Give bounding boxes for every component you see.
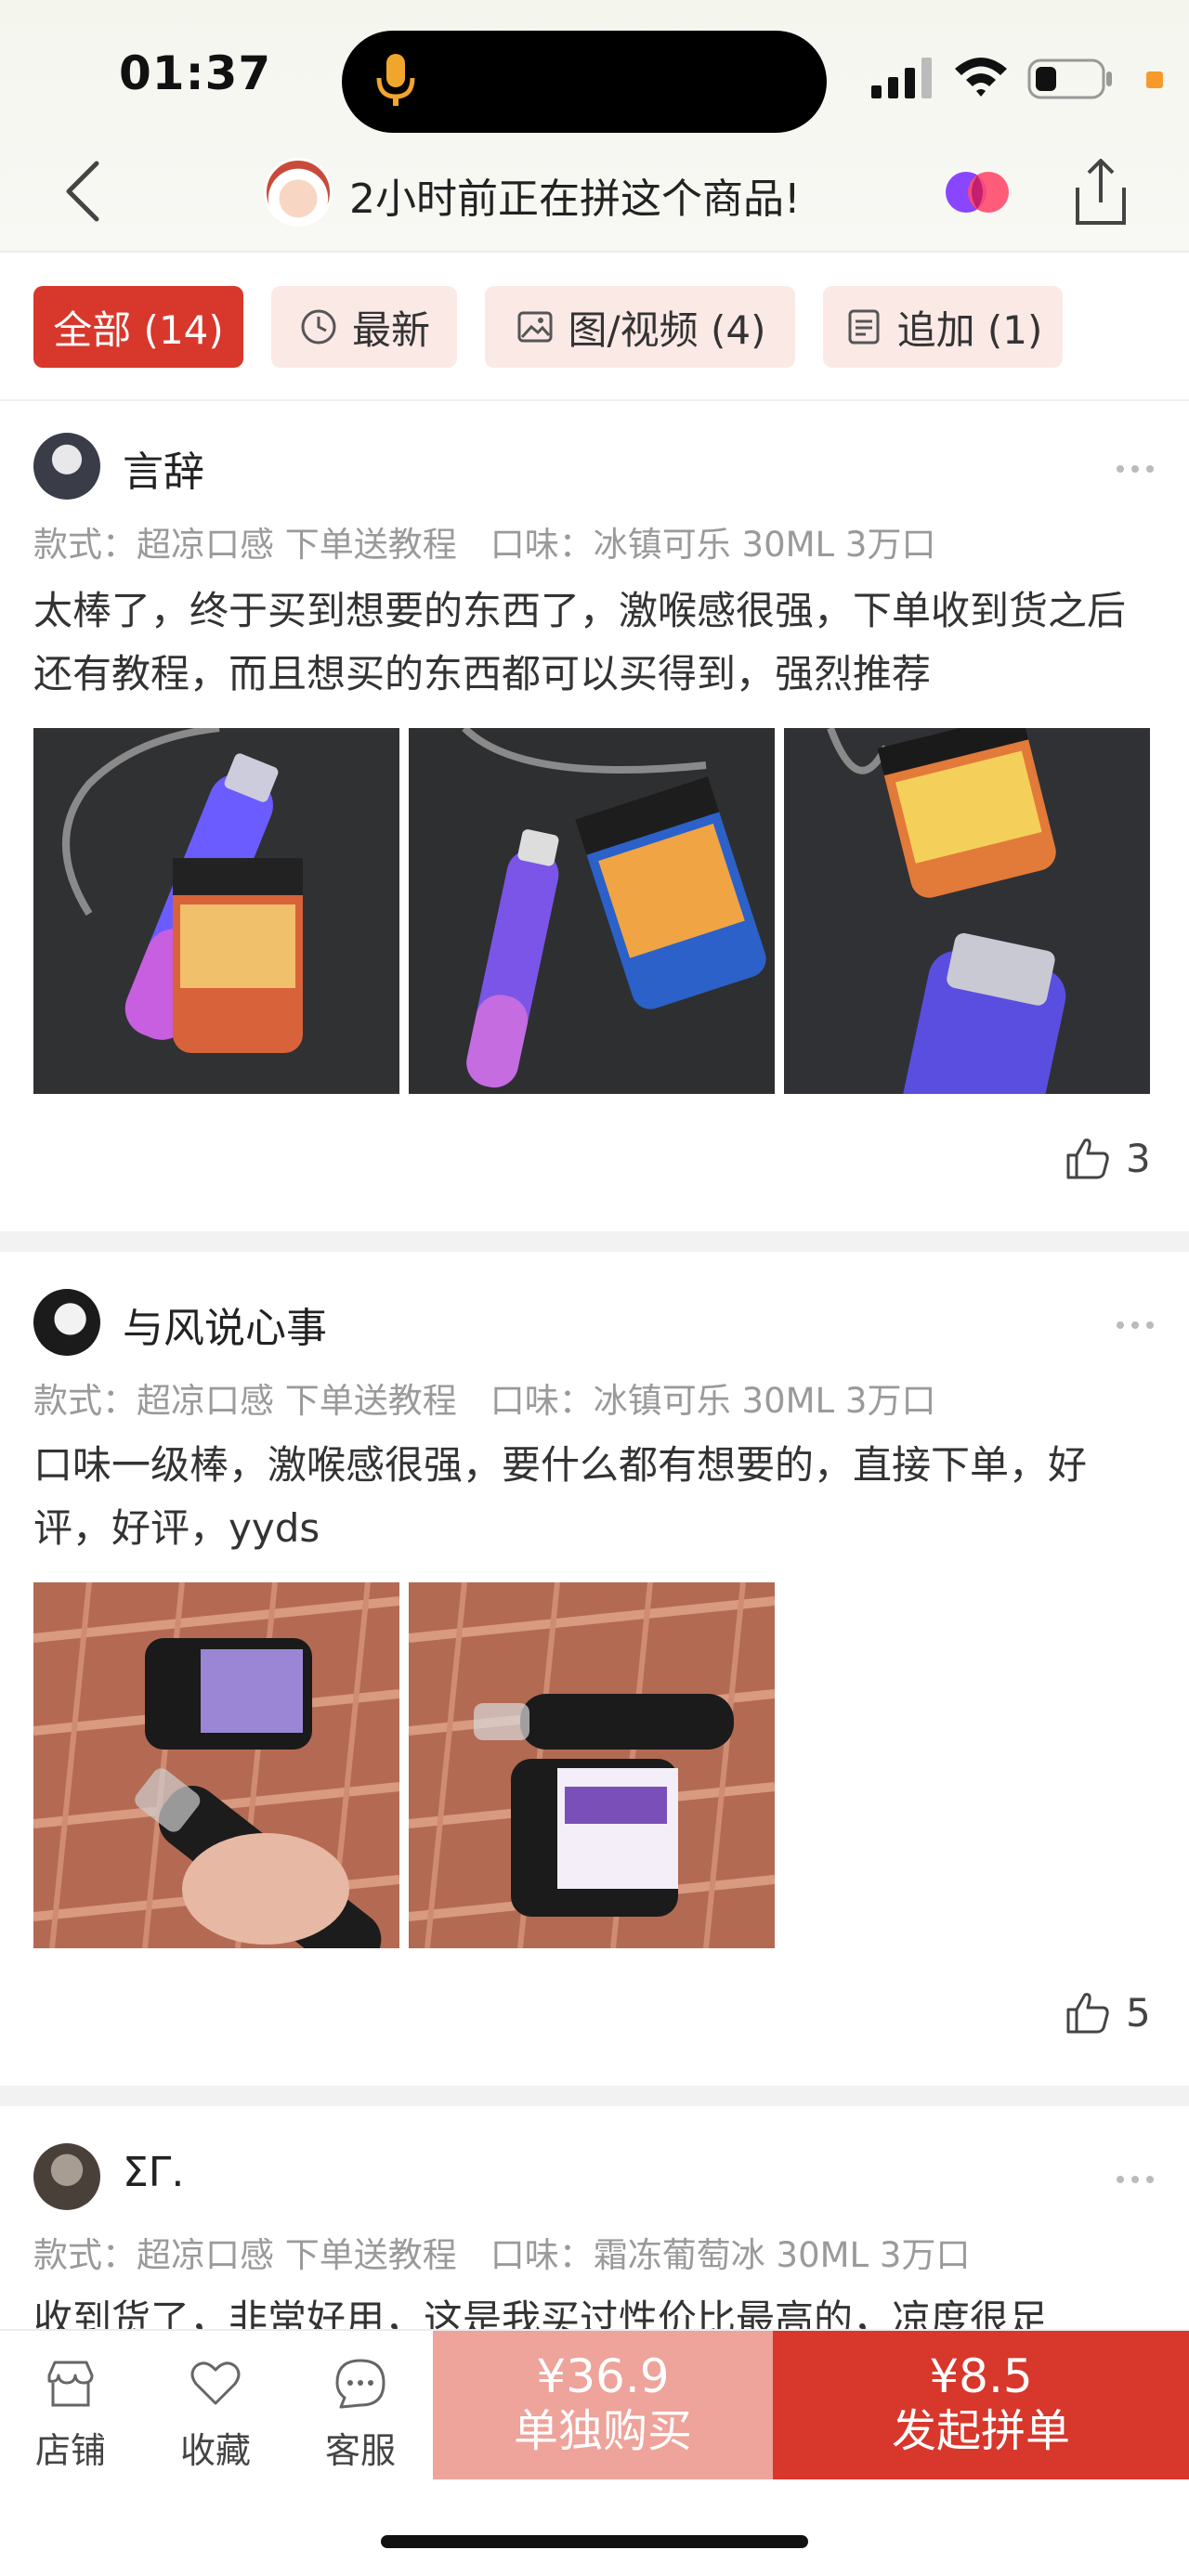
like-button[interactable]: 3 (1065, 1135, 1151, 1181)
style-label: 款式： (33, 2235, 137, 2275)
favorite-label: 收藏 (179, 2430, 251, 2471)
like-button[interactable]: 5 (1065, 1989, 1151, 2036)
clock-icon (301, 309, 336, 345)
app-logo-icon[interactable] (942, 167, 1013, 217)
like-count: 5 (1126, 1989, 1151, 2036)
style-label: 款式： (33, 525, 137, 565)
review-spec: 款式：超凉口感 下单送教程 口味：冰镇可乐 30ML 3万口 (33, 1373, 935, 1423)
filter-label: 最新 (351, 306, 430, 353)
review-photo[interactable] (33, 1582, 399, 1948)
style-value: 超凉口感 下单送教程 (137, 1381, 457, 1421)
flavor-label: 口味： (490, 525, 594, 565)
heart-icon (190, 2361, 241, 2405)
review-text: 太棒了，终于买到想要的东西了，激喉感很强，下单收到货之后还有教程，而且想买的东西… (33, 588, 1127, 696)
microphone-icon (376, 54, 415, 106)
thumbs-up-icon (1066, 1138, 1109, 1179)
review-text: 口味一级棒，激喉感很强，要什么都有想要的，直接下单，好评，好评，yyds (33, 1442, 1088, 1551)
favorite-button[interactable]: 收藏 (160, 2355, 271, 2473)
avatar[interactable] (33, 2143, 100, 2210)
image-icon (517, 311, 552, 343)
review-photo[interactable] (409, 1582, 775, 1948)
review-photo[interactable] (33, 728, 399, 1094)
share-button[interactable] (1068, 154, 1133, 228)
status-time: 01:37 (119, 46, 272, 100)
style-value: 超凉口感 下单送教程 (137, 525, 457, 565)
top-area: 01:37 2小时前正在拼这个商品! (0, 0, 1189, 253)
single-label: 单独购买 (513, 2405, 692, 2457)
review-photo[interactable] (784, 728, 1150, 1094)
more-options-icon[interactable] (1115, 462, 1156, 475)
review-spec: 款式：超凉口感 下单送教程 口味：霜冻葡萄冰 30ML 3万口 (33, 2227, 970, 2277)
review-card: 与风说心事 款式：超凉口感 下单送教程 口味：冰镇可乐 30ML 3万口 口味一级… (0, 1252, 1189, 2086)
flavor-value: 冰镇可乐 30ML 3万口 (593, 1381, 936, 1421)
group-buy-tip: 2小时前正在拼这个商品! (349, 176, 801, 223)
filter-label: 全部 (14) (53, 306, 224, 353)
tip-avatar (264, 158, 333, 227)
group-price: ¥8.5 (929, 2349, 1033, 2403)
section-divider (0, 2086, 1189, 2106)
recording-dot (1146, 72, 1163, 88)
flavor-value: 霜冻葡萄冰 30ML 3万口 (593, 2235, 971, 2275)
home-indicator (381, 2535, 808, 2548)
flavor-label: 口味： (490, 2235, 594, 2275)
group-label: 发起拼单 (891, 2405, 1070, 2457)
thumbs-up-icon (1066, 1993, 1109, 2034)
filter-latest[interactable]: 最新 (271, 286, 457, 368)
review-text: 收到货了，非常好用，这是我买过性价比最高的，凉度很足 (33, 2296, 1049, 2329)
reviewer-name[interactable]: 与风说心事 (123, 1295, 327, 1354)
store-icon (47, 2361, 94, 2407)
review-spec: 款式：超凉口感 下单送教程 口味：冰镇可乐 30ML 3万口 (33, 516, 935, 566)
filter-label: 图/视频 (4) (568, 306, 766, 353)
single-price: ¥36.9 (536, 2349, 670, 2403)
review-card: 言辞 款式：超凉口感 下单送教程 口味：冰镇可乐 30ML 3万口 太棒了，终于买… (0, 401, 1189, 1231)
service-label: 客服 (324, 2430, 396, 2471)
filter-all[interactable]: 全部 (14) (33, 286, 243, 368)
group-buy-button[interactable]: ¥8.5 发起拼单 (773, 2331, 1189, 2479)
section-divider (0, 1231, 1189, 1252)
document-icon (848, 309, 880, 345)
style-label: 款式： (33, 1381, 137, 1421)
avatar[interactable] (33, 1289, 100, 1356)
more-options-icon[interactable] (1115, 2173, 1156, 2186)
style-value: 超凉口感 下单送教程 (137, 2235, 457, 2275)
filter-followup[interactable]: 追加 (1) (823, 286, 1063, 368)
signal-icon (871, 58, 932, 98)
chat-icon (335, 2359, 385, 2409)
reviewer-name[interactable]: ΣΓ. (123, 2149, 184, 2196)
avatar[interactable] (33, 433, 100, 500)
filter-media[interactable]: 图/视频 (4) (485, 286, 795, 368)
reviewer-name[interactable]: 言辞 (123, 438, 204, 498)
review-photo[interactable] (409, 728, 775, 1094)
service-button[interactable]: 客服 (305, 2355, 416, 2473)
filter-label: 追加 (1) (896, 306, 1043, 353)
battery-icon (1027, 59, 1112, 99)
back-button[interactable] (56, 156, 111, 227)
flavor-label: 口味： (490, 1381, 594, 1421)
shop-label: 店铺 (34, 2430, 106, 2471)
review-card: ΣΓ. 款式：超凉口感 下单送教程 口味：霜冻葡萄冰 30ML 3万口 收到货了，… (0, 2106, 1189, 2329)
wifi-icon (955, 58, 1007, 97)
filter-tabs: 全部 (14) 最新 图/视频 (4) 追加 (1) (0, 253, 1189, 401)
more-options-icon[interactable] (1115, 1319, 1156, 1332)
flavor-value: 冰镇可乐 30ML 3万口 (593, 525, 936, 565)
like-count: 3 (1126, 1135, 1151, 1181)
buy-single-button[interactable]: ¥36.9 单独购买 (433, 2331, 773, 2479)
shop-button[interactable]: 店铺 (15, 2355, 126, 2473)
